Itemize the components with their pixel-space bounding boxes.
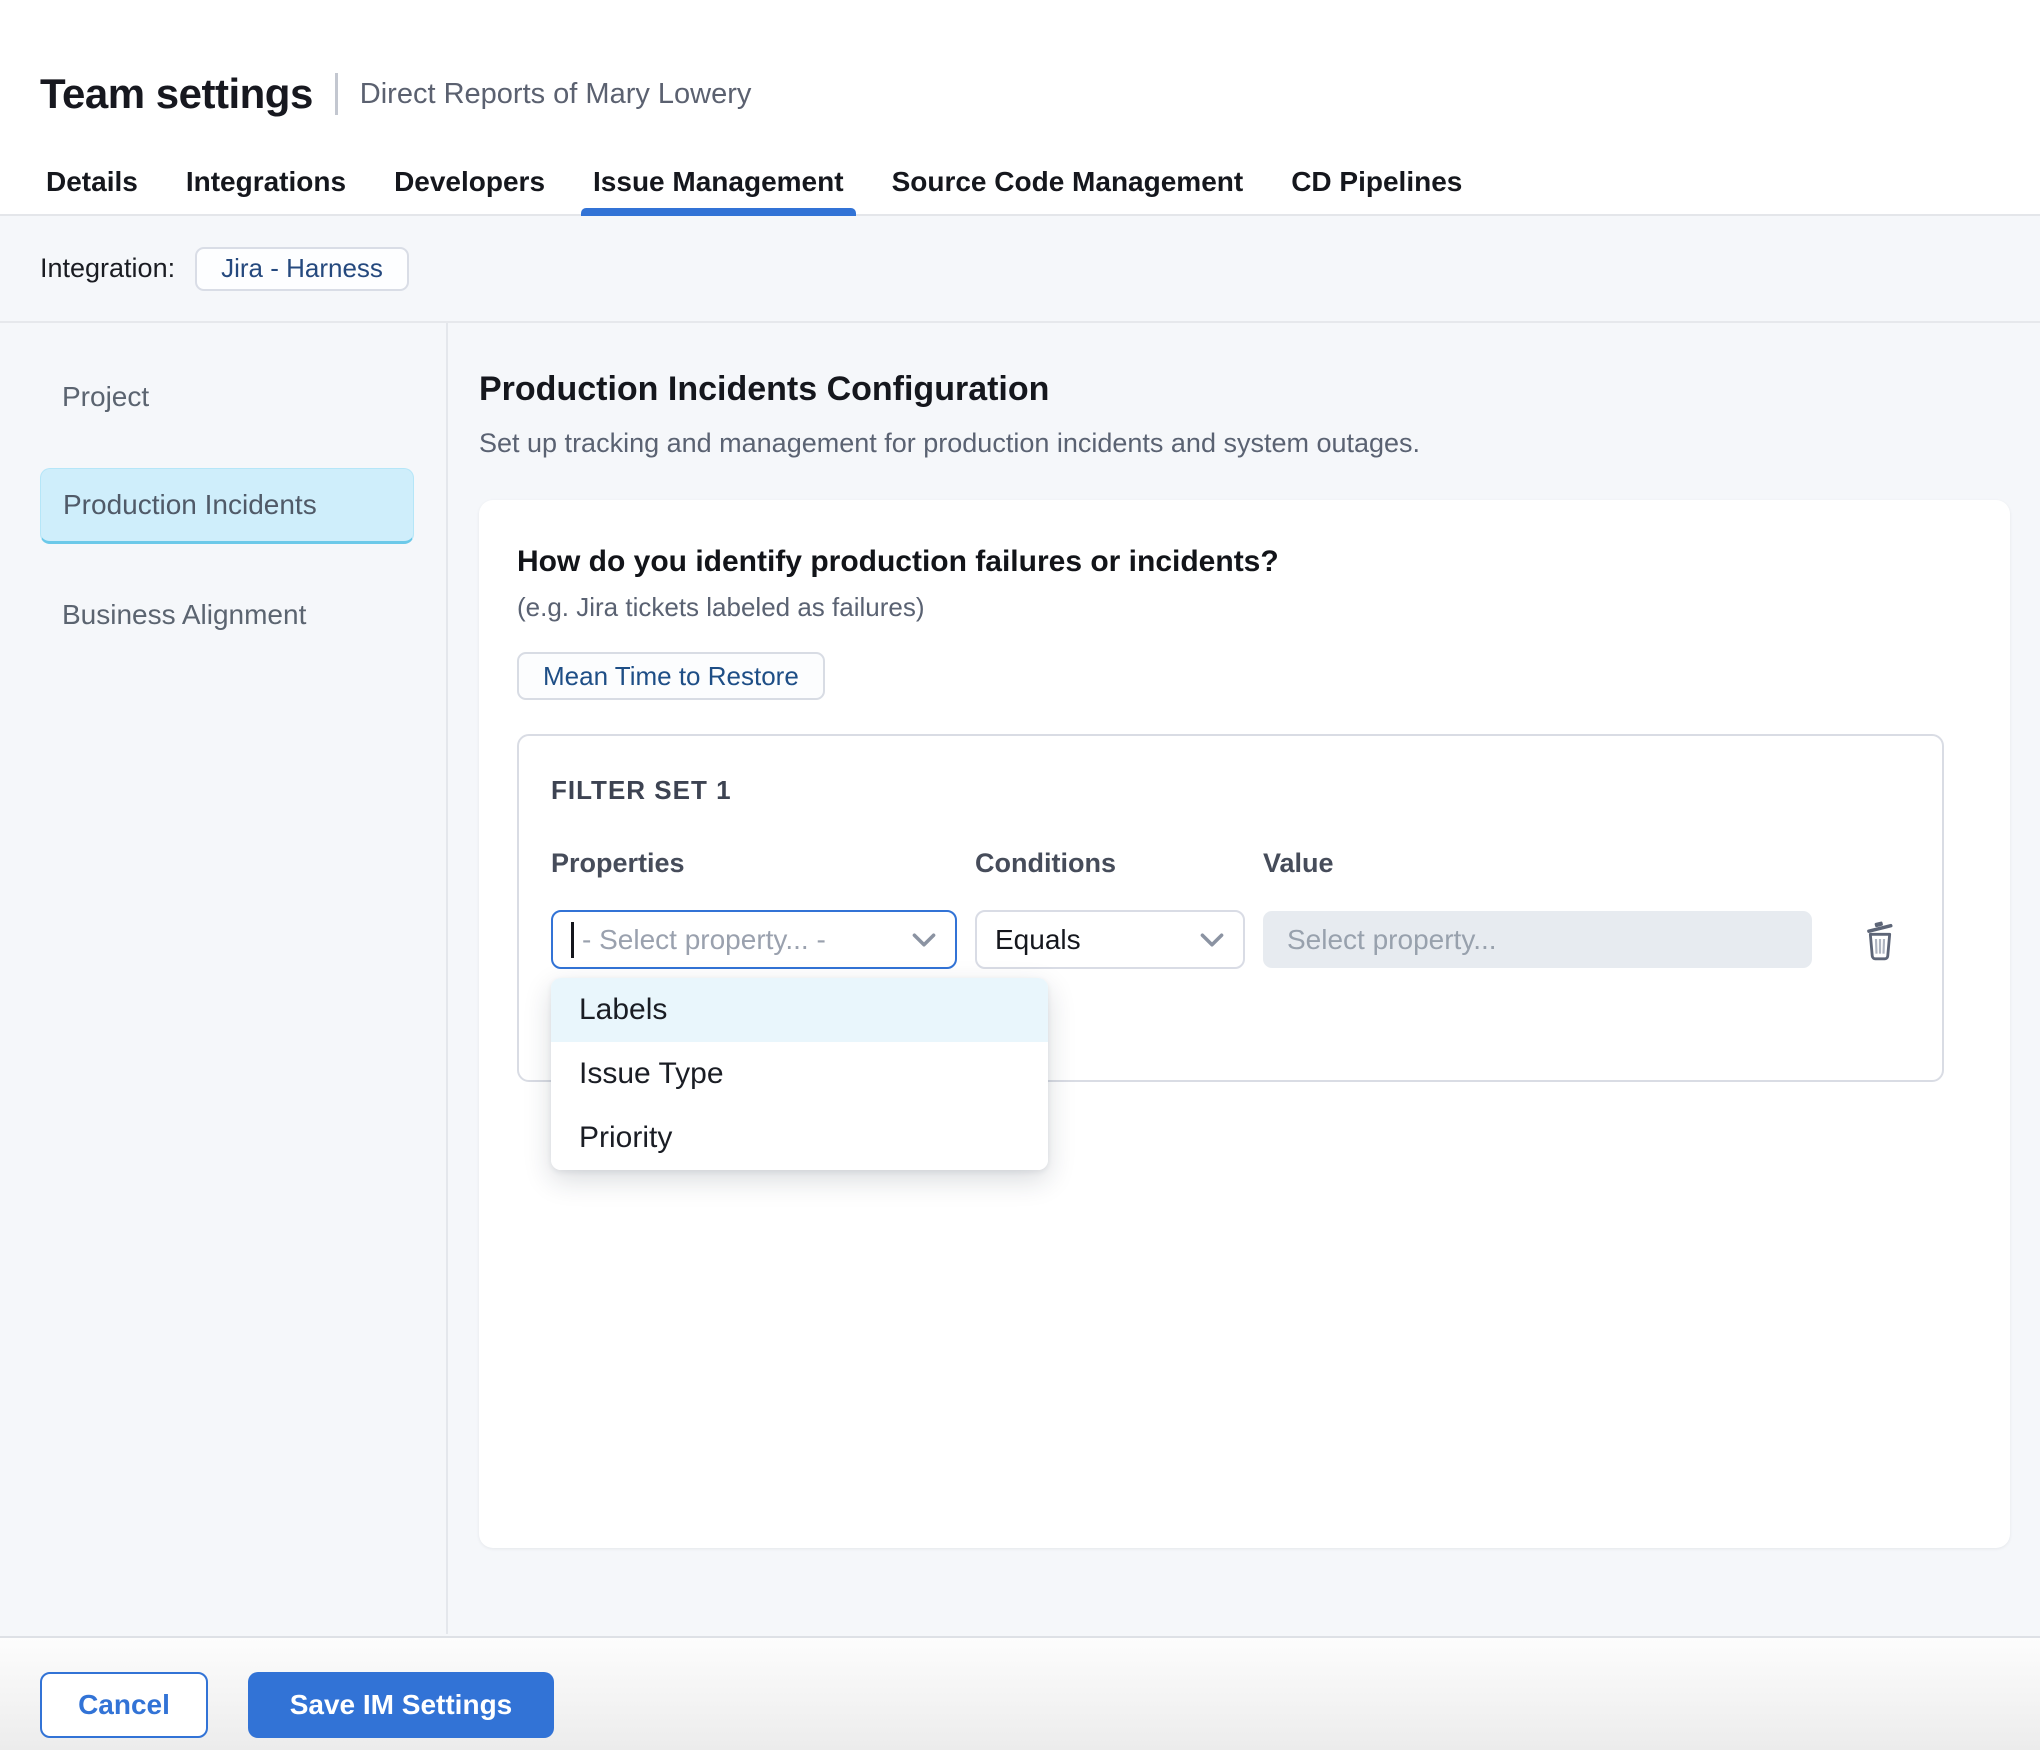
tab-cd-pipelines[interactable]: CD Pipelines (1291, 150, 1462, 214)
conditions-column-label: Conditions (975, 848, 1263, 878)
integration-chip[interactable]: Jira - Harness (195, 247, 409, 291)
save-im-settings-button[interactable]: Save IM Settings (248, 1672, 554, 1738)
dropdown-option-labels[interactable]: Labels (551, 978, 1048, 1042)
delete-filter-button[interactable] (1860, 918, 1900, 962)
main-panel: Production Incidents Configuration Set u… (448, 323, 2040, 1634)
title-divider (335, 73, 338, 115)
content-area: Integration: Jira - Harness Project Prod… (0, 216, 2040, 1636)
filter-set-title: FILTER SET 1 (551, 776, 1942, 804)
filter-column-labels: Properties Conditions Value (551, 848, 1942, 878)
sidebar-item-project[interactable]: Project (0, 383, 446, 411)
property-dropdown-menu: Labels Issue Type Priority (551, 978, 1048, 1170)
condition-select-value: Equals (995, 924, 1081, 956)
dropdown-option-issue-type[interactable]: Issue Type (551, 1042, 1048, 1106)
property-select-wrapper: - Select property... - Labels Issue Type… (551, 910, 975, 969)
integration-label: Integration: (40, 253, 175, 284)
page-title: Team settings (40, 70, 313, 118)
settings-tab-bar: Details Integrations Developers Issue Ma… (0, 150, 2040, 216)
value-column-label: Value (1263, 848, 1942, 878)
page-header: Team settings Direct Reports of Mary Low… (0, 0, 2040, 150)
trash-icon (1860, 918, 1900, 962)
settings-sidebar: Project Production Incidents Business Al… (0, 323, 448, 1634)
chevron-down-icon (1199, 932, 1225, 948)
chevron-down-icon (911, 932, 937, 948)
page-subtitle: Direct Reports of Mary Lowery (360, 78, 752, 111)
text-cursor (571, 922, 574, 958)
footer-action-bar: Cancel Save IM Settings (0, 1636, 2040, 1750)
section-heading: Production Incidents Configuration (479, 369, 2010, 409)
property-select[interactable]: - Select property... - (551, 910, 957, 969)
sidebar-item-production-incidents[interactable]: Production Incidents (40, 468, 414, 544)
tab-integrations[interactable]: Integrations (186, 150, 346, 214)
dropdown-option-priority[interactable]: Priority (551, 1106, 1048, 1170)
property-select-placeholder: - Select property... - (582, 924, 901, 956)
tab-issue-management[interactable]: Issue Management (593, 150, 844, 214)
filter-controls-row: - Select property... - Labels Issue Type… (551, 910, 1942, 969)
incidents-config-card: How do you identify production failures … (479, 500, 2010, 1548)
tab-details[interactable]: Details (46, 150, 138, 214)
value-input[interactable] (1263, 911, 1812, 968)
section-description: Set up tracking and management for produ… (479, 427, 2010, 459)
integration-row: Integration: Jira - Harness (0, 216, 2040, 323)
condition-select[interactable]: Equals (975, 910, 1245, 969)
properties-column-label: Properties (551, 848, 975, 878)
question-hint: (e.g. Jira tickets labeled as failures) (517, 592, 1972, 622)
question-title: How do you identify production failures … (517, 544, 1972, 580)
sidebar-item-business-alignment[interactable]: Business Alignment (0, 601, 446, 629)
cancel-button[interactable]: Cancel (40, 1672, 208, 1738)
tab-source-code-management[interactable]: Source Code Management (892, 150, 1244, 214)
tab-developers[interactable]: Developers (394, 150, 545, 214)
filter-set-card: FILTER SET 1 Properties Conditions Value… (517, 734, 1944, 1082)
mean-time-to-restore-tab[interactable]: Mean Time to Restore (517, 652, 825, 700)
